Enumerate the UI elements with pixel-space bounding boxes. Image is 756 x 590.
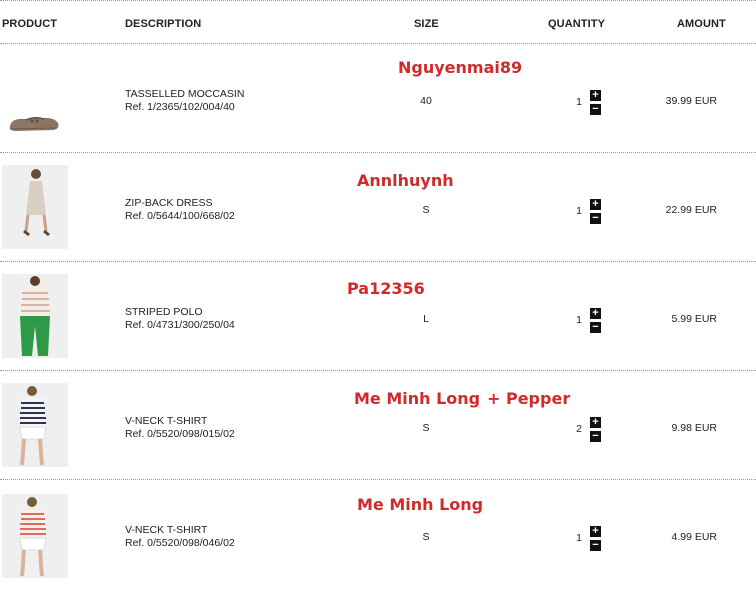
decrease-quantity-button[interactable]: −	[590, 431, 601, 442]
cart-row: ZIP-BACK DRESS Ref. 0/5644/100/668/02 S …	[0, 153, 756, 262]
column-header-product: PRODUCT	[2, 18, 58, 30]
product-image-moccasin[interactable]	[2, 56, 68, 140]
handwritten-annotation: Nguyenmai89	[398, 58, 523, 77]
item-amount: 5.99 EUR	[671, 313, 717, 325]
decrease-quantity-button[interactable]: −	[590, 213, 601, 224]
increase-quantity-button[interactable]: +	[590, 308, 601, 319]
item-ref: Ref. 1/2365/102/004/40	[125, 101, 235, 113]
handwritten-annotation-extra: + Pepper	[487, 389, 571, 408]
item-name: STRIPED POLO	[125, 306, 203, 318]
product-image-tshirt-navy[interactable]	[2, 383, 68, 467]
decrease-quantity-button[interactable]: −	[590, 322, 601, 333]
cart-row: V-NECK T-SHIRT Ref. 0/5520/098/015/02 S …	[0, 371, 756, 480]
product-image-dress[interactable]	[2, 165, 68, 249]
column-header-description: DESCRIPTION	[125, 18, 202, 30]
item-name: V-NECK T-SHIRT	[125, 524, 208, 536]
item-amount: 39.99 EUR	[665, 95, 717, 107]
item-size: 40	[420, 95, 432, 107]
item-amount: 4.99 EUR	[671, 531, 717, 543]
handwritten-annotation: Annlhuynh	[357, 171, 454, 190]
column-header-quantity: QUANTITY	[548, 18, 606, 30]
increase-quantity-button[interactable]: +	[590, 526, 601, 537]
item-ref: Ref. 0/4731/300/250/04	[125, 319, 235, 331]
increase-quantity-button[interactable]: +	[590, 90, 601, 101]
item-description: TASSELLED MOCCASIN Ref. 1/2365/102/004/4…	[125, 88, 244, 114]
item-name: V-NECK T-SHIRT	[125, 415, 208, 427]
handwritten-annotation: Pa12356	[347, 279, 425, 298]
item-description: V-NECK T-SHIRT Ref. 0/5520/098/046/02	[125, 524, 235, 550]
item-ref: Ref. 0/5520/098/015/02	[125, 428, 235, 440]
cart-row: TASSELLED MOCCASIN Ref. 1/2365/102/004/4…	[0, 44, 756, 153]
item-name: ZIP-BACK DRESS	[125, 197, 213, 209]
column-header-size: SIZE	[414, 18, 439, 30]
item-size: S	[422, 204, 430, 216]
item-quantity: 1	[576, 205, 582, 217]
item-ref: Ref. 0/5644/100/668/02	[125, 210, 235, 222]
item-description: V-NECK T-SHIRT Ref. 0/5520/098/015/02	[125, 415, 235, 441]
item-amount: 9.98 EUR	[671, 422, 717, 434]
item-amount: 22.99 EUR	[665, 204, 717, 216]
item-quantity: 2	[576, 423, 582, 435]
cart-table-header: PRODUCT DESCRIPTION SIZE QUANTITY AMOUNT	[0, 0, 756, 44]
item-quantity: 1	[576, 532, 582, 544]
item-size: L	[423, 313, 429, 325]
item-description: ZIP-BACK DRESS Ref. 0/5644/100/668/02	[125, 197, 235, 223]
handwritten-annotation: Me Minh Long	[354, 389, 481, 408]
decrease-quantity-button[interactable]: −	[590, 540, 601, 551]
decrease-quantity-button[interactable]: −	[590, 104, 601, 115]
handwritten-annotation: Me Minh Long	[357, 495, 484, 514]
item-size: S	[422, 422, 430, 434]
item-ref: Ref. 0/5520/098/046/02	[125, 537, 235, 549]
product-image-tshirt-red[interactable]	[2, 494, 68, 578]
cart-row: STRIPED POLO Ref. 0/4731/300/250/04 L 1 …	[0, 262, 756, 371]
item-name: TASSELLED MOCCASIN	[125, 88, 245, 100]
item-quantity: 1	[576, 314, 582, 326]
product-image-polo[interactable]	[2, 274, 68, 358]
column-header-amount: AMOUNT	[677, 18, 726, 30]
item-quantity: 1	[576, 96, 582, 108]
increase-quantity-button[interactable]: +	[590, 417, 601, 428]
cart-row: V-NECK T-SHIRT Ref. 0/5520/098/046/02 S …	[0, 480, 756, 589]
increase-quantity-button[interactable]: +	[590, 199, 601, 210]
item-size: S	[422, 531, 430, 543]
item-description: STRIPED POLO Ref. 0/4731/300/250/04	[125, 306, 235, 332]
